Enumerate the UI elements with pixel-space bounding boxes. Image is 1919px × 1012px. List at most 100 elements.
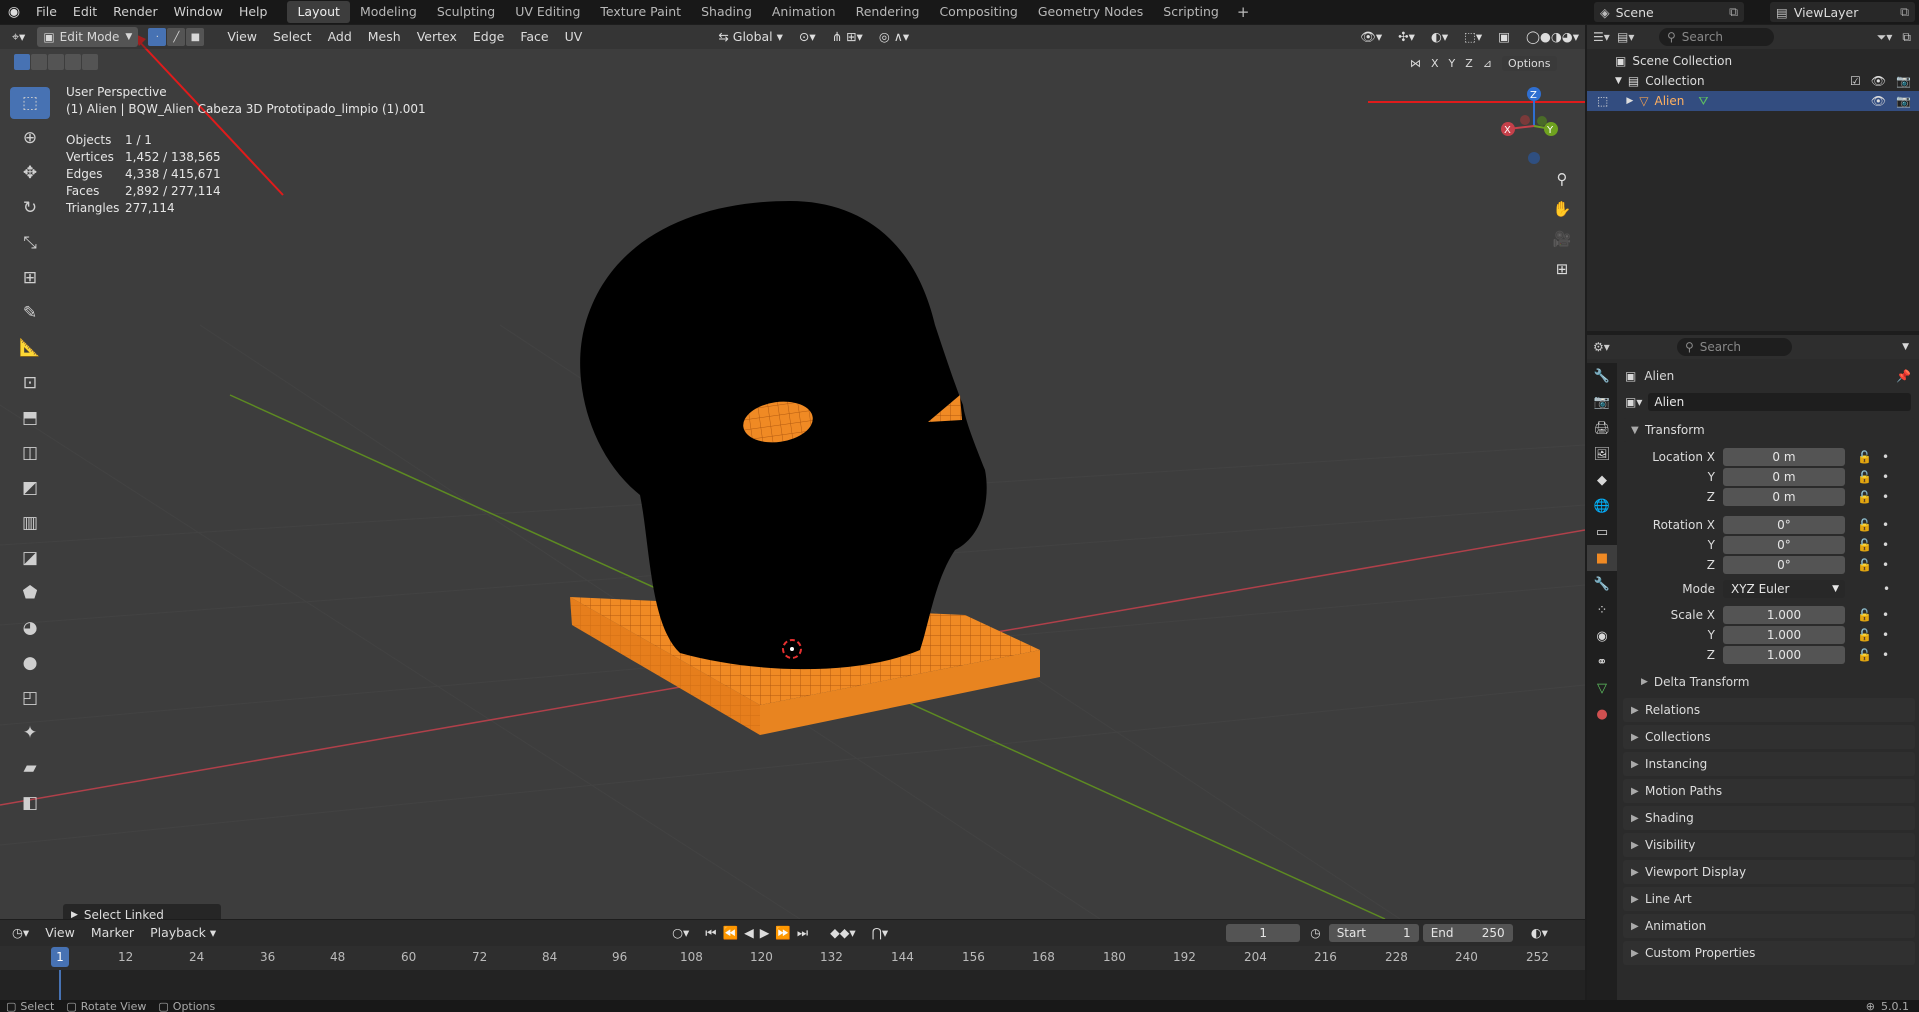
camera-view-icon[interactable]: 🎥 <box>1548 225 1576 253</box>
face-select-icon[interactable]: ■ <box>186 28 205 46</box>
menu-file[interactable]: File <box>28 0 65 24</box>
timeline-ruler[interactable]: 1 12 24 36 48 60 72 84 96 108 120 132 14… <box>0 946 1585 970</box>
timeline-editor-icon[interactable]: ◷▾ <box>0 923 37 943</box>
gizmo-toggle-icon[interactable]: ✣▾ <box>1390 27 1423 47</box>
snap-icon[interactable]: ⋔ ⊞▾ <box>824 27 871 47</box>
vertex-select-icon[interactable]: · <box>148 28 167 46</box>
inset-icon[interactable]: ◫ <box>10 437 50 469</box>
new-scene-icon[interactable]: ⧉ <box>1729 4 1738 20</box>
camera-icon[interactable]: 📷 <box>1896 94 1911 108</box>
tab-uv-editing[interactable]: UV Editing <box>505 1 590 23</box>
pin-icon[interactable]: 📌 <box>1896 369 1911 383</box>
scale-y-field[interactable]: 1.000 <box>1723 626 1845 644</box>
3d-viewport[interactable]: Z X Y ⌖▾ ▣ Edit Mode ▼ · ╱ ■ View Select… <box>0 25 1585 919</box>
rotate-icon[interactable]: ↻ <box>10 192 50 224</box>
chevron-right-icon[interactable]: ▶ <box>1626 96 1633 106</box>
object-type-icon[interactable]: ▣▾ <box>1625 395 1642 409</box>
panel-visibility[interactable]: ▶ Visibility <box>1623 833 1915 857</box>
select-subtract-icon[interactable] <box>48 54 64 70</box>
mirror-x[interactable]: X <box>1431 57 1439 70</box>
scale-icon[interactable]: ⤡ <box>10 227 50 259</box>
panel-motion-paths[interactable]: ▶ Motion Paths <box>1623 779 1915 803</box>
outliner-object-alien[interactable]: ⬚ ▶ ▽ Alien ⛛ 👁 📷 <box>1587 91 1919 111</box>
transform-icon[interactable]: ⊞ <box>10 262 50 294</box>
select-invert-icon[interactable] <box>65 54 81 70</box>
new-viewlayer-icon[interactable]: ⧉ <box>1900 4 1909 20</box>
menu-help[interactable]: Help <box>231 0 276 24</box>
xray-icon[interactable]: ▣ <box>1490 27 1518 47</box>
smooth-icon[interactable]: ● <box>10 647 50 679</box>
menu-vertex[interactable]: Vertex <box>409 27 465 47</box>
panel-line-art[interactable]: ▶ Line Art <box>1623 887 1915 911</box>
menu-mesh[interactable]: Mesh <box>360 27 409 47</box>
menu-edge[interactable]: Edge <box>465 27 512 47</box>
material-tab-icon[interactable]: ● <box>1587 701 1617 727</box>
outliner-search-input[interactable]: ⚲ Search <box>1659 28 1774 46</box>
last-operator-panel[interactable]: ▶ Select Linked <box>63 904 221 919</box>
menu-render[interactable]: Render <box>105 0 166 24</box>
eye-icon[interactable]: 👁 <box>1871 74 1886 88</box>
new-collection-icon[interactable]: ⧉ <box>1902 30 1911 45</box>
viewlayer-selector[interactable]: ▤ ViewLayer ⧉ <box>1770 2 1915 22</box>
eye-icon[interactable]: 👁 <box>1871 94 1886 108</box>
object-tab-icon[interactable]: ■ <box>1587 545 1617 571</box>
topology-icon[interactable]: ⊿ <box>1483 57 1492 70</box>
edit-mode-toggle-icon[interactable]: ⬚ <box>1597 94 1608 108</box>
timeline-menu-playback[interactable]: Playback ▾ <box>142 923 224 943</box>
mode-selector[interactable]: ▣ Edit Mode ▼ <box>37 27 139 47</box>
keyframe-dot-icon[interactable]: • <box>1882 648 1889 662</box>
scale-x-field[interactable]: 1.000 <box>1723 606 1845 624</box>
shrink-fatten-icon[interactable]: ✦ <box>10 717 50 749</box>
options-dropdown[interactable]: Options <box>1502 55 1557 71</box>
chevron-down-icon[interactable]: ▼ <box>1615 76 1622 86</box>
outliner-scene-collection[interactable]: ▣ Scene Collection <box>1587 51 1919 71</box>
keyframe-dot-icon[interactable]: • <box>1882 558 1889 572</box>
transform-panel-header[interactable]: ▼ Transform <box>1623 418 1915 442</box>
chevron-down-icon[interactable]: ▼ <box>1902 342 1909 352</box>
output-tab-icon[interactable]: 🖨 <box>1587 415 1617 441</box>
lock-icon[interactable]: 🔓 <box>1857 538 1872 552</box>
keyframe-dot-icon[interactable]: • <box>1883 582 1890 596</box>
tab-geometry-nodes[interactable]: Geometry Nodes <box>1028 1 1153 23</box>
overlay-toggle-icon[interactable]: ◐▾ <box>1423 27 1456 47</box>
keyframe-dot-icon[interactable]: • <box>1882 470 1889 484</box>
mirror-z[interactable]: Z <box>1465 57 1473 70</box>
outliner-editor-icon[interactable]: ☰▾ <box>1593 30 1617 44</box>
lock-icon[interactable]: 🔓 <box>1857 608 1872 622</box>
lock-icon[interactable]: 🔓 <box>1857 628 1872 642</box>
menu-face[interactable]: Face <box>512 27 556 47</box>
pivot-icon[interactable]: ⊙▾ <box>791 27 824 47</box>
spin-icon[interactable]: ◕ <box>10 612 50 644</box>
lock-icon[interactable]: 🔓 <box>1857 450 1872 464</box>
keyframe-dot-icon[interactable]: • <box>1882 628 1889 642</box>
rip-icon[interactable]: ◧ <box>10 787 50 819</box>
timeline-menu-marker[interactable]: Marker <box>83 923 142 943</box>
mesh-overlay-icon[interactable]: ⬚▾ <box>1456 27 1490 47</box>
modifier-tab-icon[interactable]: 🔧 <box>1587 571 1617 597</box>
menu-view[interactable]: View <box>219 27 265 47</box>
shear-icon[interactable]: ▰ <box>10 752 50 784</box>
menu-window[interactable]: Window <box>166 0 231 24</box>
physics-tab-icon[interactable]: ◉ <box>1587 623 1617 649</box>
tab-scripting[interactable]: Scripting <box>1153 1 1229 23</box>
render-tab-icon[interactable]: 📷 <box>1587 389 1617 415</box>
select-extend-icon[interactable] <box>31 54 47 70</box>
move-icon[interactable]: ✥ <box>10 157 50 189</box>
tab-sculpting[interactable]: Sculpting <box>427 1 505 23</box>
filter-icon[interactable]: ⏷▾ <box>1877 30 1893 45</box>
tab-animation[interactable]: Animation <box>762 1 846 23</box>
playback-controls[interactable]: ⏮⏪◀▶⏩⏭ <box>697 923 822 943</box>
tab-texture-paint[interactable]: Texture Paint <box>590 1 691 23</box>
add-cube-icon[interactable]: ⊡ <box>10 367 50 399</box>
delta-transform-header[interactable]: ▶ Delta Transform <box>1619 671 1919 693</box>
lock-icon[interactable]: 🔓 <box>1857 648 1872 662</box>
loop-cut-icon[interactable]: ▥ <box>10 507 50 539</box>
timeline-menu-view[interactable]: View <box>37 923 83 943</box>
outliner-collection[interactable]: ▼ ▤ Collection ☑ 👁 📷 <box>1587 71 1919 91</box>
bevel-icon[interactable]: ◩ <box>10 472 50 504</box>
edge-select-icon[interactable]: ╱ <box>167 28 186 46</box>
tool-tab-icon[interactable]: 🔧 <box>1587 363 1617 389</box>
properties-search-input[interactable]: ⚲ Search <box>1677 338 1792 356</box>
start-frame-field[interactable]: Start 1 <box>1328 924 1419 942</box>
editor-type-icon[interactable]: ⌖▾ <box>0 27 31 47</box>
